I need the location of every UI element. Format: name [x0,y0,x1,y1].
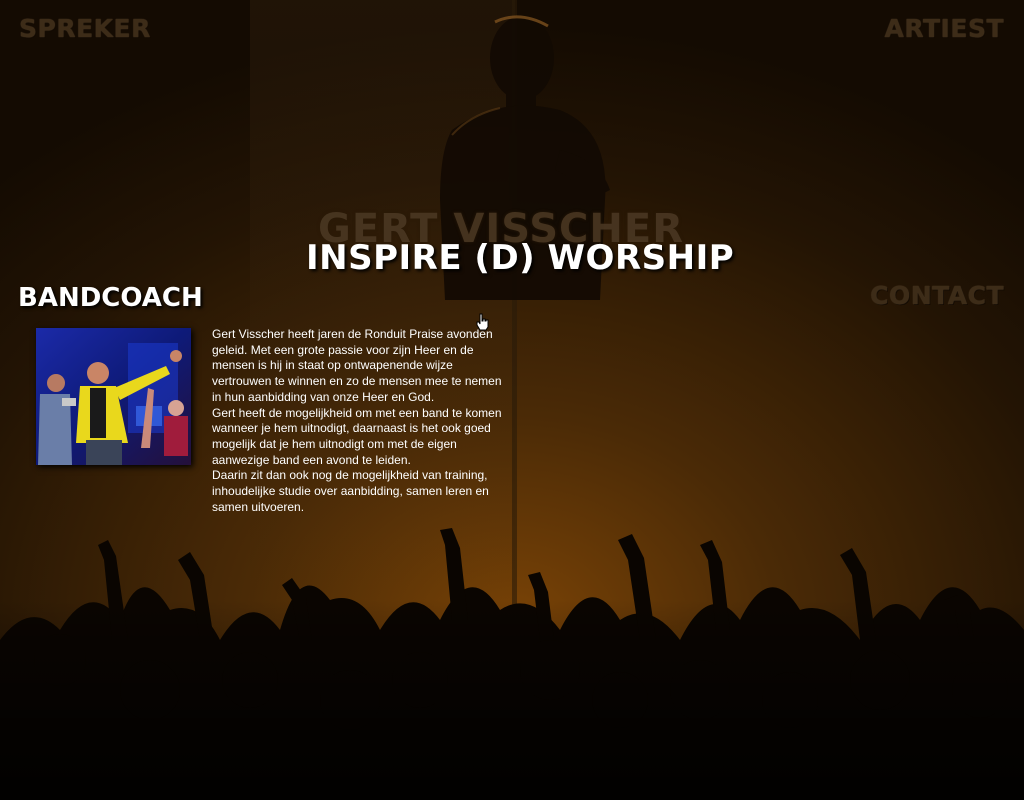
site-title: INSPIRE (D) WORSHIP [306,238,735,278]
bandcoach-description: Gert Visscher heeft jaren de Ronduit Pra… [212,327,502,515]
nav-spreker-link[interactable]: SPREKER [19,14,151,43]
hand-pointer-icon [476,313,489,331]
description-paragraph: Daarin zit dan ook nog de mogelijkheid v… [212,468,489,514]
nav-contact-link[interactable]: CONTACT [870,281,1004,310]
description-paragraph: Gert heeft de mogelijkheid om met een ba… [212,405,502,467]
nav-artiest-link[interactable]: ARTIEST [885,14,1004,43]
bandcoach-photo [36,328,191,465]
section-title: BANDCOACH [18,283,203,313]
description-paragraph: Gert Visscher heeft jaren de Ronduit Pra… [212,327,502,404]
